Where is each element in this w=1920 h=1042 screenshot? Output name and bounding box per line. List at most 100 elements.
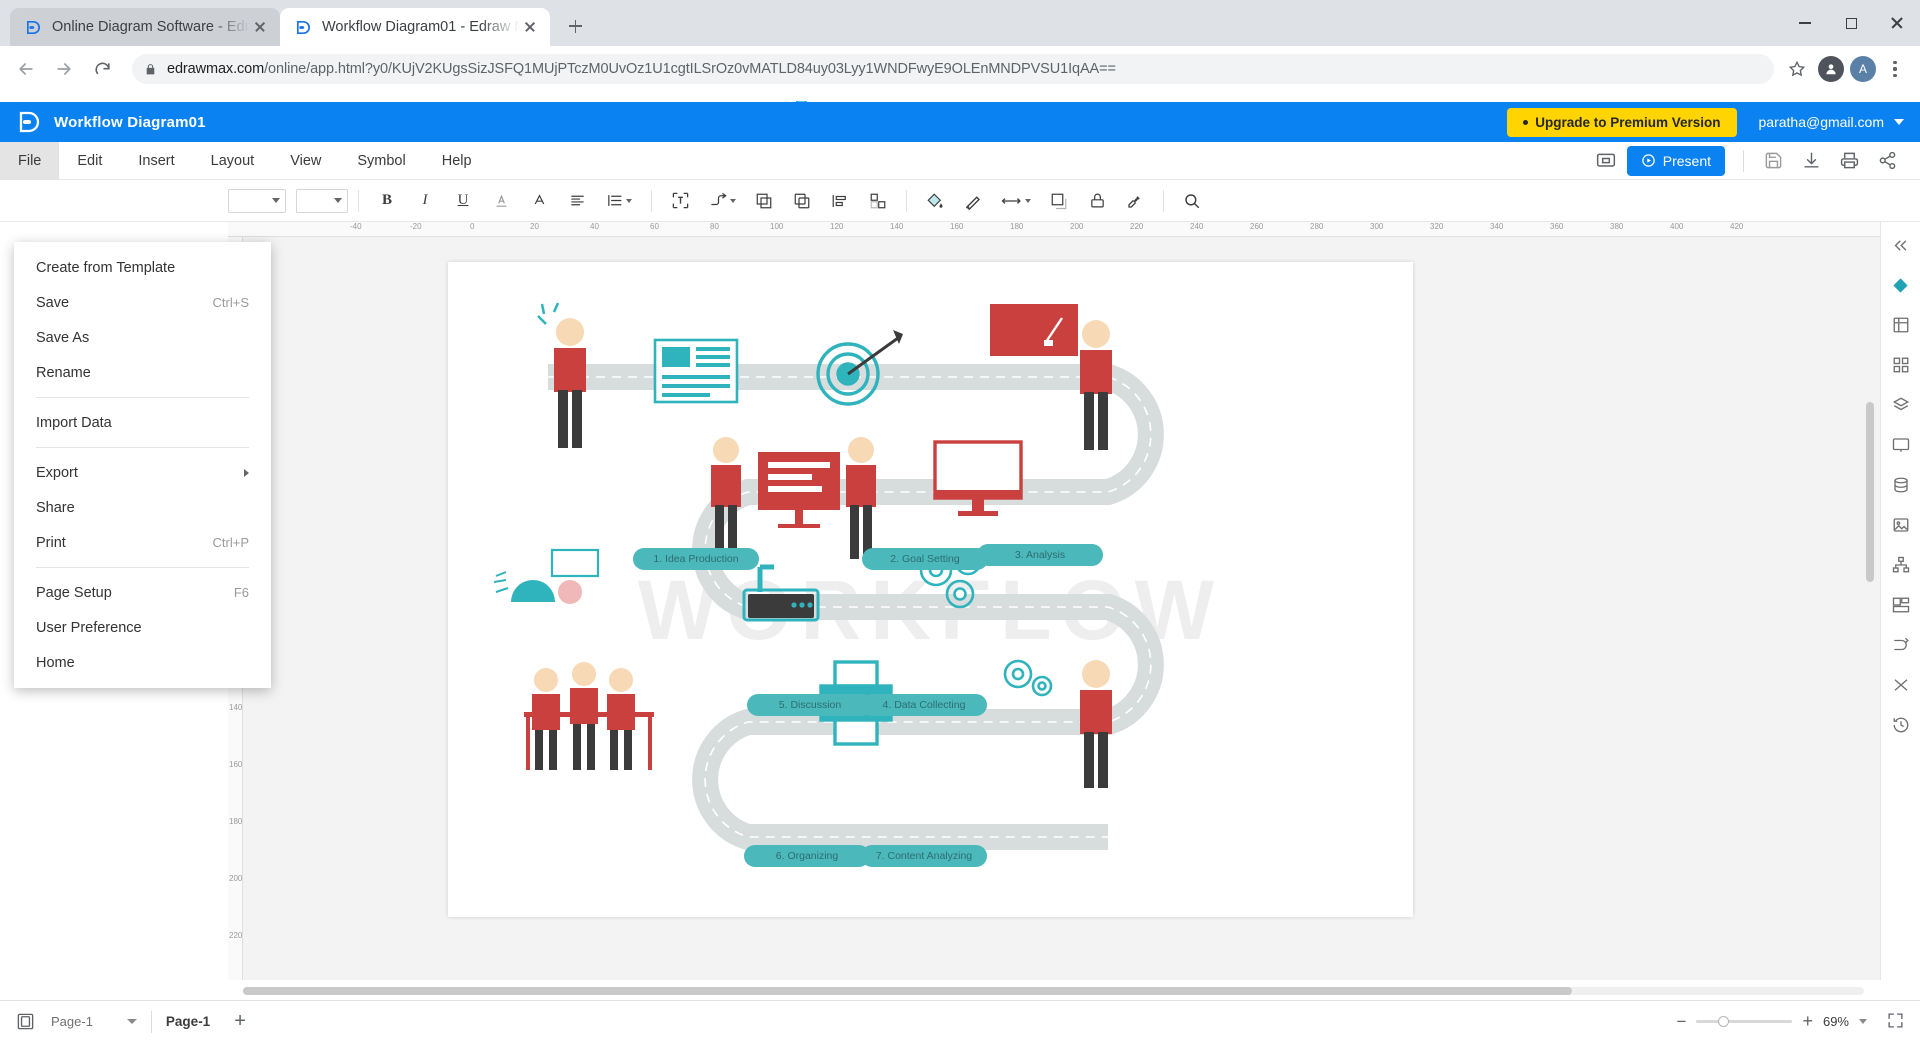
fill-icon[interactable]	[917, 185, 953, 217]
present-button[interactable]: Present	[1626, 145, 1725, 176]
file-menu-save[interactable]: Save Ctrl+S	[14, 285, 271, 320]
kebab-menu-icon[interactable]	[1880, 54, 1910, 84]
file-menu-import-data[interactable]: Import Data	[14, 405, 271, 440]
fullscreen-icon[interactable]	[1887, 1012, 1904, 1032]
tools-icon[interactable]	[1117, 185, 1153, 217]
shuffle-icon[interactable]	[1886, 670, 1916, 700]
minimize-icon[interactable]	[1782, 0, 1828, 46]
upgrade-to-premium-button[interactable]: Upgrade to Premium Version	[1507, 107, 1737, 137]
file-menu-home[interactable]: Home	[14, 645, 271, 680]
line-spacing-icon[interactable]	[597, 185, 641, 217]
menu-file[interactable]: File	[0, 141, 60, 180]
history-icon[interactable]	[1886, 710, 1916, 740]
file-menu-create-from-template[interactable]: Create from Template	[14, 250, 271, 285]
save-icon[interactable]	[1756, 144, 1790, 178]
reload-icon[interactable]	[86, 53, 118, 85]
maximize-icon[interactable]	[1828, 0, 1874, 46]
menu-help[interactable]: Help	[424, 142, 490, 180]
step-caption-6[interactable]: 6. Organizing	[744, 845, 870, 867]
image-icon[interactable]	[1886, 510, 1916, 540]
file-menu-page-setup[interactable]: Page Setup F6	[14, 575, 271, 610]
step-caption-2[interactable]: 2. Goal Setting	[862, 548, 988, 570]
lock-icon[interactable]	[1079, 185, 1115, 217]
distribute-icon[interactable]	[822, 185, 858, 217]
presentation-panel-icon[interactable]	[1886, 430, 1916, 460]
share-icon[interactable]	[1870, 144, 1904, 178]
page-tab-page-1[interactable]: Page-1	[166, 1014, 210, 1029]
menu-insert[interactable]: Insert	[120, 142, 192, 180]
menu-layout[interactable]: Layout	[193, 142, 273, 180]
layers-icon[interactable]	[1886, 390, 1916, 420]
new-tab-button[interactable]	[558, 9, 592, 43]
chevron-down-icon[interactable]	[126, 1019, 137, 1024]
zoom-out-button[interactable]: −	[1677, 1012, 1687, 1032]
text-box-icon[interactable]	[662, 185, 698, 217]
page-canvas[interactable]: WORKFLOW 1. Idea Production 2. Goal Sett…	[448, 262, 1413, 917]
file-menu-share[interactable]: Share	[14, 490, 271, 525]
chevron-down-icon[interactable]	[1859, 1019, 1867, 1024]
frame-icon[interactable]	[1886, 310, 1916, 340]
star-icon[interactable]	[1782, 54, 1812, 84]
browser-tab-1[interactable]: Online Diagram Software - Edraw	[10, 8, 280, 46]
file-menu-user-preference[interactable]: User Preference	[14, 610, 271, 645]
add-page-button[interactable]: +	[234, 1010, 246, 1033]
step-caption-3[interactable]: 3. Analysis	[977, 544, 1103, 566]
file-menu-export[interactable]: Export	[14, 455, 271, 490]
fill-style-icon[interactable]	[1886, 270, 1916, 300]
flow-icon[interactable]	[1886, 630, 1916, 660]
avatar[interactable]: A	[1850, 56, 1876, 82]
scrollbar-thumb[interactable]	[243, 987, 1573, 995]
browser-tab-2[interactable]: Workflow Diagram01 - Edraw Ma	[280, 8, 550, 46]
zoom-in-button[interactable]: +	[1802, 1011, 1813, 1032]
back-arrow-icon[interactable]	[10, 53, 42, 85]
file-menu-dropdown[interactable]: Create from Template Save Ctrl+S Save As…	[14, 242, 271, 688]
menu-view[interactable]: View	[272, 142, 339, 180]
page-view-icon[interactable]	[16, 1012, 35, 1031]
canvas-area[interactable]: WORKFLOW 1. Idea Production 2. Goal Sett…	[243, 237, 1880, 980]
group-icon[interactable]	[746, 185, 782, 217]
copy-style-icon[interactable]	[784, 185, 820, 217]
horizontal-scrollbar[interactable]	[243, 987, 1864, 995]
zoom-slider-knob[interactable]	[1718, 1016, 1730, 1027]
align-icon[interactable]	[559, 185, 595, 217]
symbols-grid-icon[interactable]	[1886, 350, 1916, 380]
menu-symbol[interactable]: Symbol	[339, 142, 423, 180]
zoom-level-value[interactable]: 69%	[1823, 1014, 1849, 1029]
font-family-select[interactable]	[228, 188, 286, 213]
menu-edit[interactable]: Edit	[59, 142, 120, 180]
step-caption-1[interactable]: 1. Idea Production	[633, 548, 759, 570]
zoom-slider[interactable]	[1696, 1016, 1793, 1027]
print-icon[interactable]	[1832, 144, 1866, 178]
page-selector-value[interactable]: Page-1	[51, 1014, 93, 1029]
step-caption-5[interactable]: 5. Discussion	[747, 694, 873, 716]
font-size-select[interactable]	[296, 188, 348, 213]
address-bar[interactable]: edrawmax.com/online/app.html?y0/KUjV2KUg…	[132, 54, 1774, 84]
underline-icon[interactable]: U	[445, 185, 481, 217]
search-icon[interactable]	[1174, 185, 1210, 217]
arrow-style-icon[interactable]	[993, 185, 1039, 217]
align-objects-icon[interactable]	[860, 185, 896, 217]
forward-arrow-icon[interactable]	[48, 53, 80, 85]
file-menu-print[interactable]: Print Ctrl+P	[14, 525, 271, 560]
org-chart-icon[interactable]	[1886, 550, 1916, 580]
file-menu-save-as[interactable]: Save As	[14, 320, 271, 355]
close-icon[interactable]	[250, 17, 270, 37]
step-caption-4[interactable]: 4. Data Collecting	[861, 694, 987, 716]
text-color-icon[interactable]	[521, 185, 557, 217]
shadow-icon[interactable]	[1041, 185, 1077, 217]
close-icon[interactable]	[520, 17, 540, 37]
templates-icon[interactable]	[1886, 590, 1916, 620]
file-menu-rename[interactable]: Rename	[14, 355, 271, 390]
close-icon[interactable]	[1874, 0, 1920, 46]
chevron-double-left-icon[interactable]	[1886, 230, 1916, 260]
extension-avatar[interactable]	[1818, 56, 1844, 82]
step-caption-7[interactable]: 7. Content Analyzing	[861, 845, 987, 867]
line-style-icon[interactable]	[955, 185, 991, 217]
vertical-scrollbar[interactable]	[1866, 402, 1874, 582]
account-menu[interactable]: paratha@gmail.com	[1759, 114, 1904, 130]
italic-icon[interactable]: I	[407, 185, 443, 217]
download-icon[interactable]	[1794, 144, 1828, 178]
text-highlight-icon[interactable]	[483, 185, 519, 217]
presentation-icon[interactable]	[1589, 144, 1623, 178]
connector-icon[interactable]	[700, 185, 744, 217]
